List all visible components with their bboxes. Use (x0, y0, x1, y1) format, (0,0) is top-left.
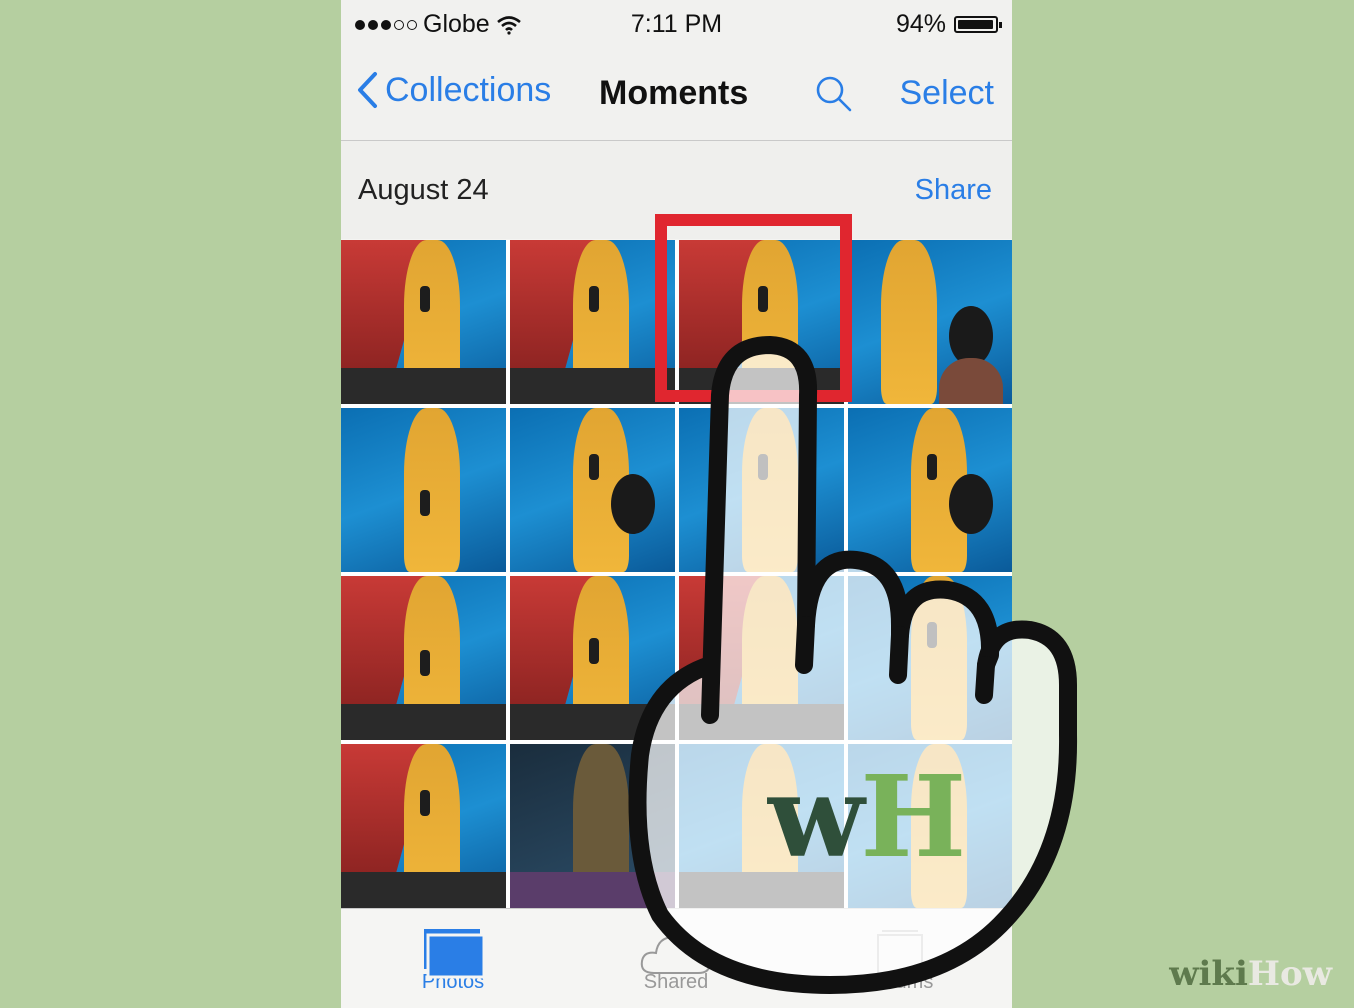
photo-thumbnail[interactable] (341, 576, 506, 740)
photos-stack-icon (424, 929, 486, 979)
tab-photos[interactable]: Photos (378, 919, 528, 994)
battery-indicator: 94% (895, 10, 1002, 39)
search-button[interactable] (814, 74, 854, 119)
back-label: Collections (385, 70, 552, 109)
photo-thumbnail[interactable] (341, 240, 506, 404)
pointing-hand-icon (628, 336, 1078, 994)
photo-thumbnail[interactable] (341, 744, 506, 908)
wikihow-watermark: wikiHow (1169, 954, 1332, 994)
page-title: Moments (599, 74, 749, 112)
share-button[interactable]: Share (915, 174, 992, 207)
navigation-bar: Collections Moments Select (341, 50, 1012, 141)
back-button[interactable]: Collections (355, 70, 551, 110)
moment-date: August 24 (358, 174, 489, 206)
photo-thumbnail[interactable] (341, 408, 506, 572)
status-bar: Globe 7:11 PM 94% (341, 0, 1012, 50)
illustration-frame: Globe 7:11 PM 94% Collections Moments Se… (0, 0, 1354, 1008)
search-icon (816, 76, 852, 112)
battery-icon (954, 16, 1002, 33)
select-button[interactable]: Select (900, 74, 995, 113)
wikihow-logo-mark: wH (768, 752, 966, 883)
battery-percent: 94% (895, 10, 946, 38)
chevron-left-icon (358, 72, 377, 108)
